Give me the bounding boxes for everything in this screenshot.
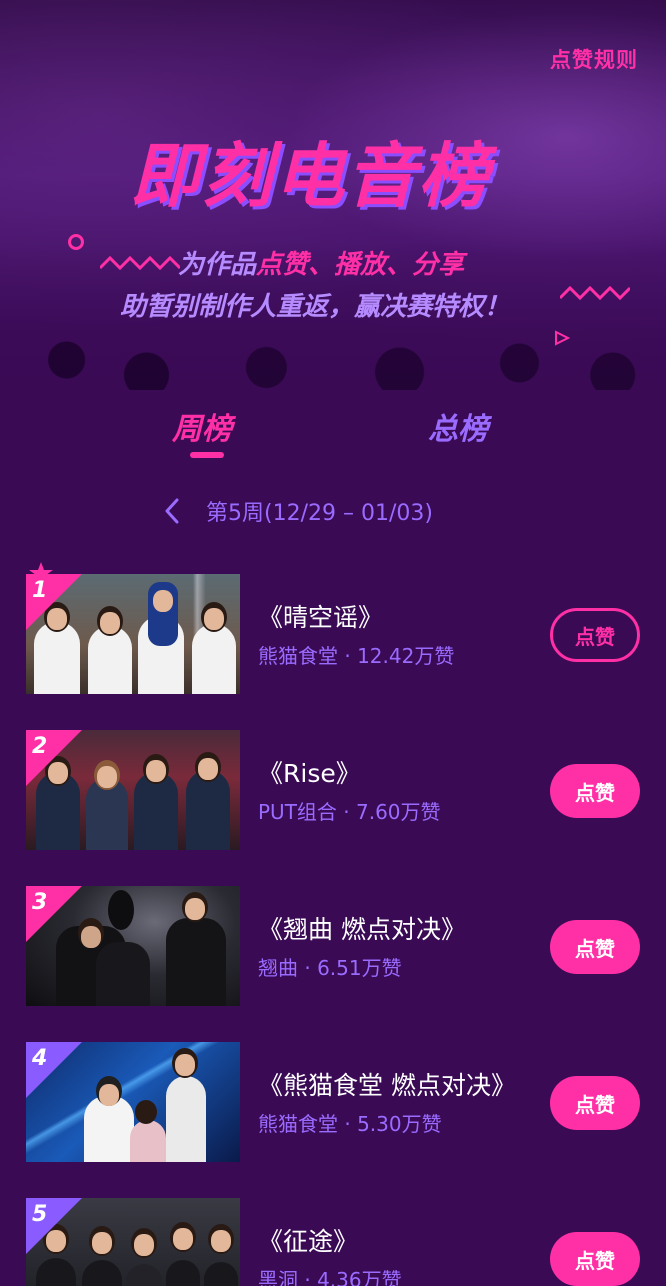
video-thumbnail[interactable]: 2 [26,730,240,850]
song-meta: 翘曲 · 6.51万赞 [258,952,402,981]
song-meta: 熊猫食堂 · 5.30万赞 [258,1108,442,1137]
song-meta: PUT组合 · 7.60万赞 [258,796,441,825]
slogan-prefix: 为作品 [178,250,257,280]
separator: · [344,644,351,668]
list-item[interactable]: 5 《征途》 黑洞 · 4.36万赞 点赞 [0,1198,666,1286]
artist-name: 黑洞 [258,1268,298,1286]
like-button[interactable]: 点赞 [550,920,640,974]
like-button[interactable]: 点赞 [550,764,640,818]
separator: · [304,1268,311,1286]
like-count: 4.36万赞 [317,1268,402,1286]
page: 点赞规则 即刻电音榜 为作品点赞、播放、分享 助暂别制作人重返，赢决赛特权！ 周… [0,0,666,1286]
rank-number: 5 [32,1202,48,1227]
like-count: 6.51万赞 [317,956,402,980]
list-item[interactable]: 3 《翘曲 燃点对决》 翘曲 · 6.51万赞 点赞 [0,886,666,1016]
chevron-left-icon[interactable] [160,494,184,528]
chart-logo-title: 即刻电音榜 [130,135,490,217]
artist-name: 翘曲 [258,956,298,980]
slogan-highlight: 点赞、播放、分享 [256,250,465,280]
artist-name: 熊猫食堂 [258,1112,338,1136]
list-item[interactable]: 4 《熊猫食堂 燃点对决》 熊猫食堂 · 5.30万赞 点赞 [0,1042,666,1172]
week-label: 第5周(12/29 – 01/03) [206,501,433,526]
song-title[interactable]: 《翘曲 燃点对决》 [258,910,466,946]
song-title[interactable]: 《熊猫食堂 燃点对决》 [258,1066,516,1102]
separator: · [343,800,350,824]
tab-weekly[interactable]: 周榜 [172,404,232,448]
decor-circle [68,234,84,250]
star-icon [29,562,53,584]
like-button[interactable]: 点赞 [550,1076,640,1130]
decor-wave-icon [560,285,630,301]
rank-number: 2 [32,734,48,759]
like-rules-link[interactable]: 点赞规则 [550,44,638,74]
slogan-line-1: 为作品点赞、播放、分享 [178,244,464,281]
rank-number: 3 [32,890,48,915]
like-button[interactable]: 点赞 [550,1232,640,1286]
like-count: 5.30万赞 [357,1112,442,1136]
video-thumbnail[interactable]: 3 [26,886,240,1006]
artist-name: 熊猫食堂 [258,644,338,668]
like-count: 7.60万赞 [356,800,441,824]
week-selector: 第5周(12/29 – 01/03) [160,494,433,528]
video-thumbnail[interactable]: 4 [26,1042,240,1162]
song-title[interactable]: 《Rise》 [258,754,361,790]
separator: · [344,1112,351,1136]
artist-name: PUT组合 [258,800,337,824]
separator: · [304,956,311,980]
tab-overall[interactable]: 总榜 [428,404,488,448]
song-title[interactable]: 《征途》 [258,1222,358,1258]
list-item[interactable]: 2 《Rise》 PUT组合 · 7.60万赞 点赞 [0,730,666,860]
like-button[interactable]: 点赞 [550,608,640,662]
decor-wave-icon [100,255,180,271]
song-meta: 熊猫食堂 · 12.42万赞 [258,640,454,669]
active-tab-indicator [190,452,224,458]
video-thumbnail[interactable]: 1 [26,574,240,694]
decor-triangle-icon [555,330,570,346]
song-title[interactable]: 《晴空谣》 [258,598,383,634]
video-thumbnail[interactable]: 5 [26,1198,240,1286]
rank-number: 4 [32,1046,48,1071]
hero-banner: 点赞规则 即刻电音榜 为作品点赞、播放、分享 助暂别制作人重返，赢决赛特权！ [0,0,666,390]
list-item[interactable]: 1 《晴空谣》 熊猫食堂 · 12.42万赞 点赞 [0,562,666,704]
slogan-line-2: 助暂别制作人重返，赢决赛特权！ [120,292,511,322]
like-count: 12.42万赞 [357,644,455,668]
song-meta: 黑洞 · 4.36万赞 [258,1264,402,1286]
